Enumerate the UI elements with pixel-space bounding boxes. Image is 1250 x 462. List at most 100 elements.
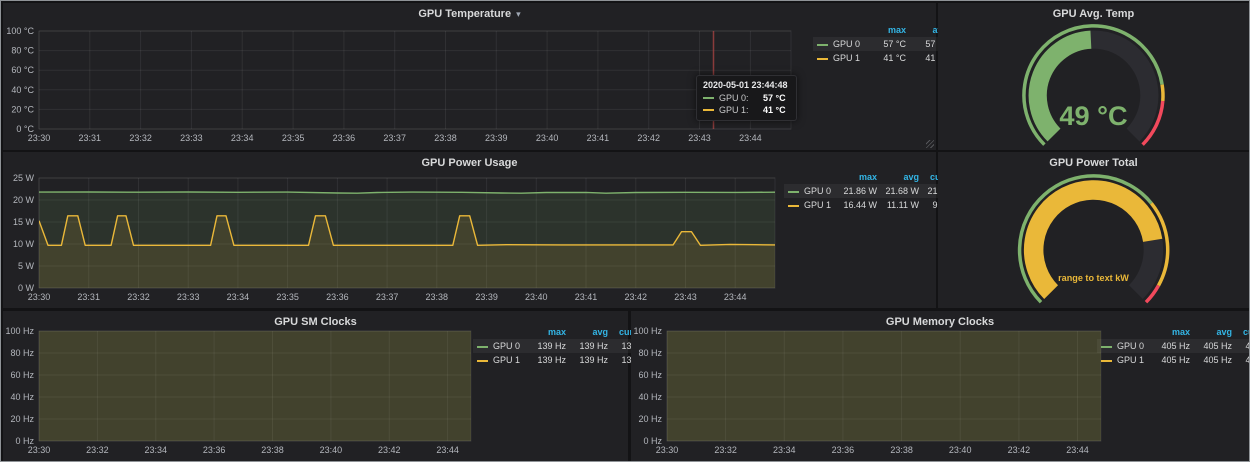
- x-tick-label: 23:44: [436, 445, 459, 455]
- series-color-dash: [1101, 360, 1112, 362]
- x-tick-label: 23:32: [714, 445, 737, 455]
- x-tick-label: 23:39: [485, 133, 508, 143]
- tooltip-timestamp: 2020-05-01 23:44:48: [703, 80, 788, 90]
- x-tick-label: 23:35: [276, 292, 299, 302]
- gpu-sm-clocks-svg: 100 Hz80 Hz60 Hz40 Hz20 Hz0 Hz23:3023:32…: [5, 327, 473, 457]
- legend-series-name[interactable]: GPU 0: [1117, 341, 1144, 351]
- legend-header[interactable]: max: [528, 325, 570, 339]
- series-color-dash: [477, 360, 488, 362]
- legend-header[interactable]: avg: [881, 170, 923, 184]
- gpu-avg-temp-gauge-svg: 49 °C: [940, 23, 1247, 148]
- legend-stat-value: 139 Hz: [570, 339, 612, 353]
- panel-title[interactable]: GPU Temperature: [418, 8, 511, 20]
- power-usage-chart-area[interactable]: 25 W20 W15 W10 W5 W0 W23:3023:3123:3223:…: [5, 174, 777, 304]
- legend-table: maxavgcurrent GPU 0 405 Hz405 Hz405 Hz GPU …: [1097, 325, 1250, 367]
- y-tick-label: 20 Hz: [638, 414, 662, 424]
- panel-title[interactable]: GPU Power Total: [1049, 157, 1137, 169]
- panel-title[interactable]: GPU Avg. Temp: [1053, 8, 1135, 20]
- series-color-dash: [703, 97, 714, 99]
- x-tick-label: 23:38: [890, 445, 913, 455]
- legend-header[interactable]: max: [1152, 325, 1194, 339]
- y-tick-label: 20 W: [13, 195, 35, 205]
- legend-series-name[interactable]: GPU 1: [1117, 355, 1144, 365]
- legend-series-name[interactable]: GPU 1: [804, 200, 831, 210]
- x-tick-label: 23:36: [333, 133, 356, 143]
- gpu-temperature-svg: 100 °C80 °C60 °C40 °C20 °C0 °C23:3023:31…: [5, 27, 793, 145]
- x-tick-label: 23:38: [426, 292, 449, 302]
- x-tick-label: 23:40: [525, 292, 548, 302]
- tooltip-series-label: GPU 1:: [719, 105, 755, 115]
- legend-stat-value: 21.68 W: [881, 184, 923, 198]
- legend-header[interactable]: avg: [570, 325, 612, 339]
- legend-series-name[interactable]: GPU 0: [833, 39, 860, 49]
- y-tick-label: 100 °C: [6, 27, 34, 36]
- tooltip-row: GPU 1: 41 °C: [703, 105, 788, 115]
- chevron-down-icon[interactable]: ▾: [516, 9, 521, 19]
- legend-header-row: maxavgcurrent: [473, 325, 654, 339]
- x-tick-label: 23:32: [129, 133, 152, 143]
- series-color-dash: [817, 44, 828, 46]
- legend-stat-value: 57 °C: [868, 37, 910, 51]
- memory-clocks-legend: maxavgcurrent GPU 0 405 Hz405 Hz405 Hz GPU …: [1097, 325, 1250, 367]
- y-tick-label: 80 Hz: [10, 348, 34, 358]
- power-total-gauge: range to text kW: [940, 172, 1247, 306]
- x-tick-label: 23:34: [145, 445, 168, 455]
- legend-series-name[interactable]: GPU 0: [804, 186, 831, 196]
- legend-series-name[interactable]: GPU 1: [493, 355, 520, 365]
- x-tick-label: 23:36: [203, 445, 226, 455]
- panel-title[interactable]: GPU Power Usage: [422, 157, 518, 169]
- y-tick-label: 60 Hz: [638, 370, 662, 380]
- gauge-value-text: range to text kW: [1058, 273, 1129, 283]
- y-tick-label: 40 °C: [11, 85, 34, 95]
- legend-stat-value: 405 Hz: [1194, 339, 1236, 353]
- legend-stat-value: 11.11 W: [881, 198, 923, 212]
- x-tick-label: 23:44: [724, 292, 747, 302]
- x-tick-label: 23:42: [625, 292, 648, 302]
- legend-stat-value: 139 Hz: [528, 339, 570, 353]
- panel-gpu-sm-clocks: GPU SM Clocks 100 Hz80 Hz60 Hz40 Hz20 Hz…: [3, 311, 628, 461]
- legend-series-name[interactable]: GPU 1: [833, 53, 860, 63]
- legend-header-row: maxavgcurrent: [1097, 325, 1250, 339]
- x-tick-label: 23:30: [656, 445, 679, 455]
- x-tick-label: 23:42: [1008, 445, 1031, 455]
- legend-stat-value: 405 Hz: [1236, 353, 1250, 367]
- x-tick-label: 23:34: [227, 292, 250, 302]
- legend-header[interactable]: avg: [1194, 325, 1236, 339]
- temperature-chart-area[interactable]: 100 °C80 °C60 °C40 °C20 °C0 °C23:3023:31…: [5, 27, 793, 145]
- x-tick-label: 23:41: [575, 292, 598, 302]
- legend-stat-value: 405 Hz: [1236, 339, 1250, 353]
- x-tick-label: 23:36: [326, 292, 349, 302]
- y-tick-label: 15 W: [13, 217, 35, 227]
- tooltip-series-value: 57 °C: [763, 93, 786, 103]
- y-tick-label: 60 °C: [11, 65, 34, 75]
- legend-header[interactable]: current: [1236, 325, 1250, 339]
- legend-header[interactable]: max: [868, 23, 910, 37]
- x-tick-label: 23:33: [180, 133, 203, 143]
- legend-header[interactable]: max: [839, 170, 881, 184]
- panel-resize-handle[interactable]: [926, 140, 934, 148]
- gauge-value-text: 49 °C: [1059, 100, 1127, 131]
- memory-clocks-chart-area[interactable]: 100 Hz80 Hz60 Hz40 Hz20 Hz0 Hz23:3023:32…: [633, 327, 1103, 457]
- x-tick-label: 23:37: [383, 133, 406, 143]
- grafana-dashboard: GPU Temperature▾ 100 °C80 °C60 °C40 °C20…: [0, 0, 1250, 462]
- gpu-power-total-gauge-svg: range to text kW: [940, 172, 1247, 306]
- legend-stat-value: 139 Hz: [528, 353, 570, 367]
- series-color-dash: [477, 346, 488, 348]
- y-tick-label: 60 Hz: [10, 370, 34, 380]
- y-tick-label: 100 Hz: [633, 327, 662, 336]
- legend-series-name[interactable]: GPU 0: [493, 341, 520, 351]
- series-color-dash: [788, 191, 799, 193]
- legend-row: GPU 0405 Hz405 Hz405 Hz: [1097, 339, 1250, 353]
- sm-clocks-chart-area[interactable]: 100 Hz80 Hz60 Hz40 Hz20 Hz0 Hz23:3023:32…: [5, 327, 473, 457]
- x-tick-label: 23:42: [637, 133, 660, 143]
- x-tick-label: 23:38: [434, 133, 457, 143]
- x-tick-label: 23:43: [674, 292, 697, 302]
- series-color-dash: [788, 205, 799, 207]
- legend-row: GPU 1405 Hz405 Hz405 Hz: [1097, 353, 1250, 367]
- tooltip-series-label: GPU 0:: [719, 93, 755, 103]
- panel-header: GPU Temperature ▾: [3, 3, 936, 28]
- x-tick-label: 23:39: [475, 292, 498, 302]
- x-tick-label: 23:40: [536, 133, 559, 143]
- y-tick-label: 80 Hz: [638, 348, 662, 358]
- legend-row: GPU 0139 Hz139 Hz139 Hz: [473, 339, 654, 353]
